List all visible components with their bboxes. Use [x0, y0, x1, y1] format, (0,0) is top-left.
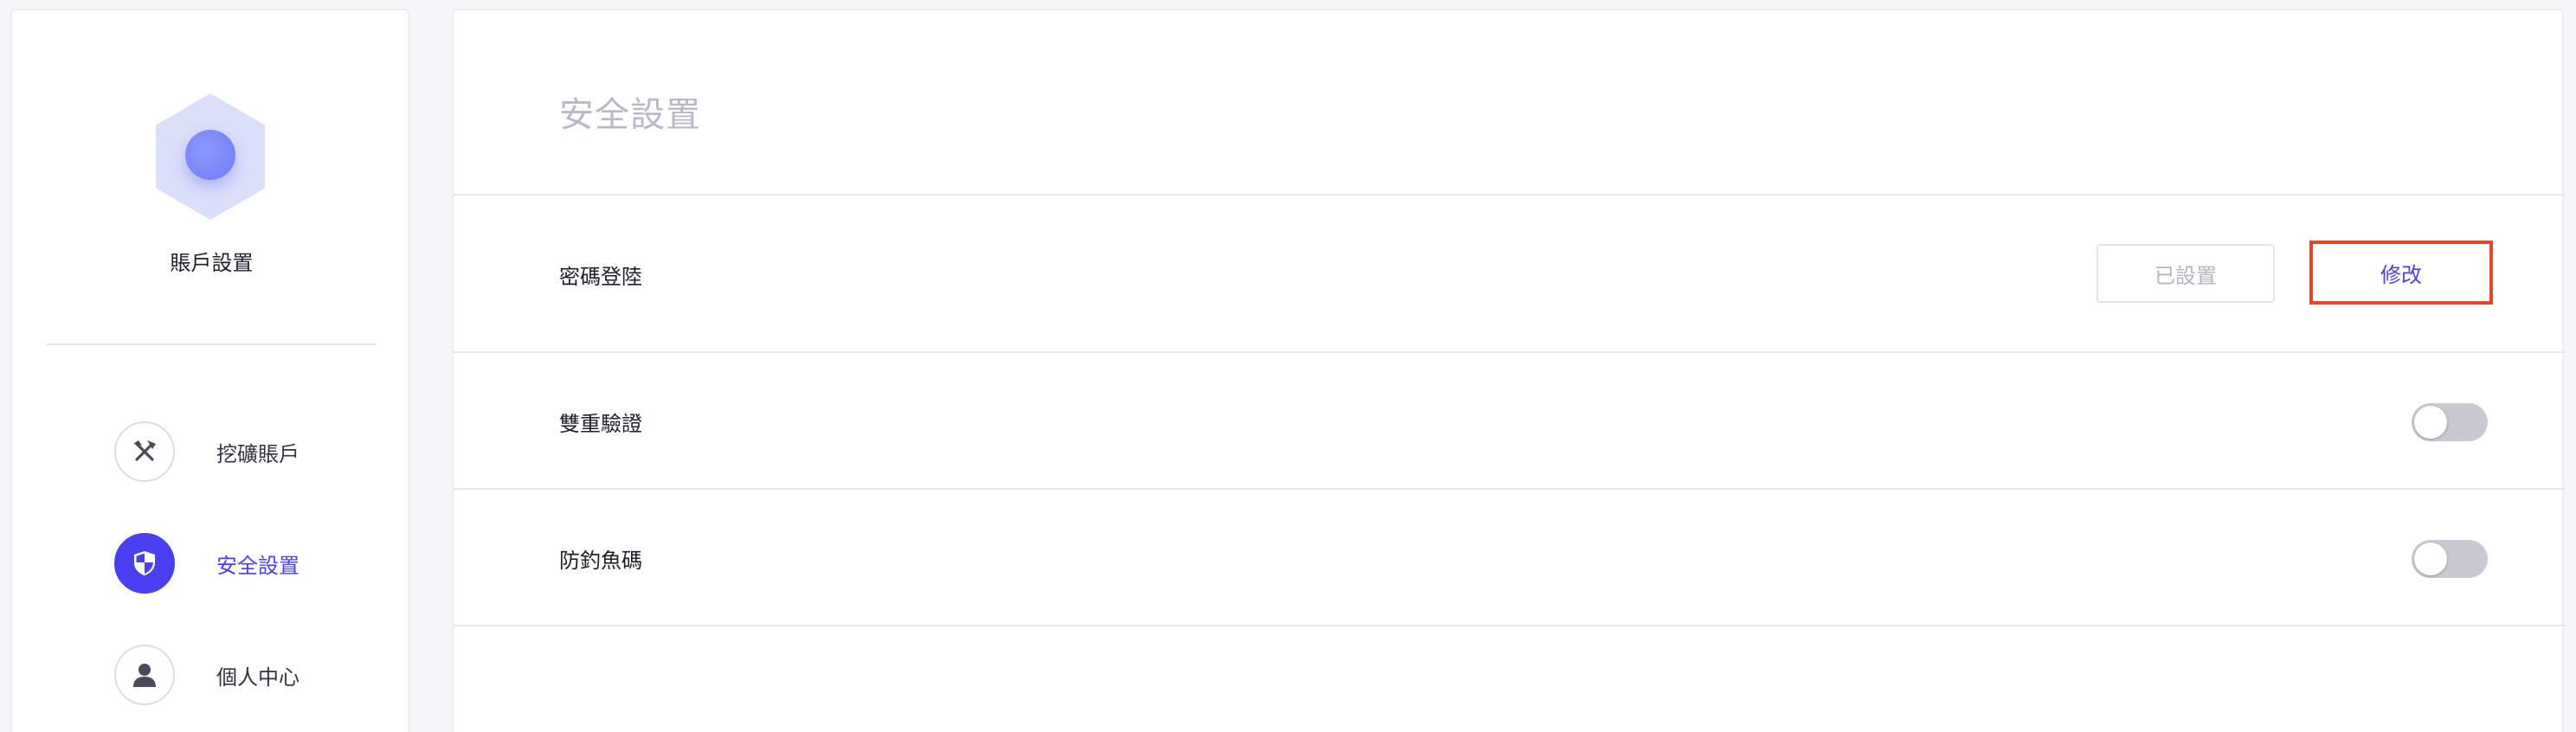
sidebar-item-label: 個人中心 — [216, 665, 299, 690]
sidebar-item-label: 挖礦賬戶 — [216, 441, 299, 466]
sidebar-item-profile[interactable]: 個人中心 — [114, 644, 391, 706]
edit-password-button[interactable]: 修改 — [2309, 241, 2493, 305]
toggle-knob — [2414, 406, 2447, 439]
pickaxe-hammer-icon — [114, 421, 175, 482]
sidebar-item-mining-account[interactable]: 挖礦賬戶 — [114, 421, 391, 483]
avatar — [185, 130, 235, 180]
row-divider — [454, 488, 2566, 490]
password-login-label: 密碼登陸 — [559, 265, 642, 289]
account-settings-title: 賬戶設置 — [170, 251, 254, 275]
toggle-knob — [2414, 543, 2447, 575]
two-factor-label: 雙重驗證 — [559, 412, 642, 436]
sidebar-item-label: 安全設置 — [216, 553, 299, 578]
row-divider — [454, 351, 2566, 353]
sidebar-divider — [47, 344, 377, 345]
anti-phishing-toggle[interactable] — [2412, 540, 2488, 578]
account-sidebar: 賬戶設置 挖礦賬戶 安全設置 個人中心 — [10, 9, 409, 732]
page-title: 安全設置 — [559, 95, 701, 135]
shield-icon — [114, 533, 175, 594]
anti-phishing-label: 防釣魚碼 — [559, 549, 642, 573]
two-factor-toggle[interactable] — [2412, 403, 2488, 441]
row-divider — [454, 625, 2566, 626]
password-set-status: 已設置 — [2096, 244, 2275, 303]
security-settings-panel: 安全設置 密碼登陸 已設置 修改 雙重驗證 防釣魚碼 — [452, 9, 2566, 732]
row-divider — [454, 194, 2566, 196]
security-settings-page: 賬戶設置 挖礦賬戶 安全設置 個人中心 安全設置 密碼登陸 已設置 修改 雙重驗… — [0, 0, 2576, 732]
sidebar-item-security[interactable]: 安全設置 — [114, 532, 391, 594]
user-icon — [114, 645, 175, 705]
